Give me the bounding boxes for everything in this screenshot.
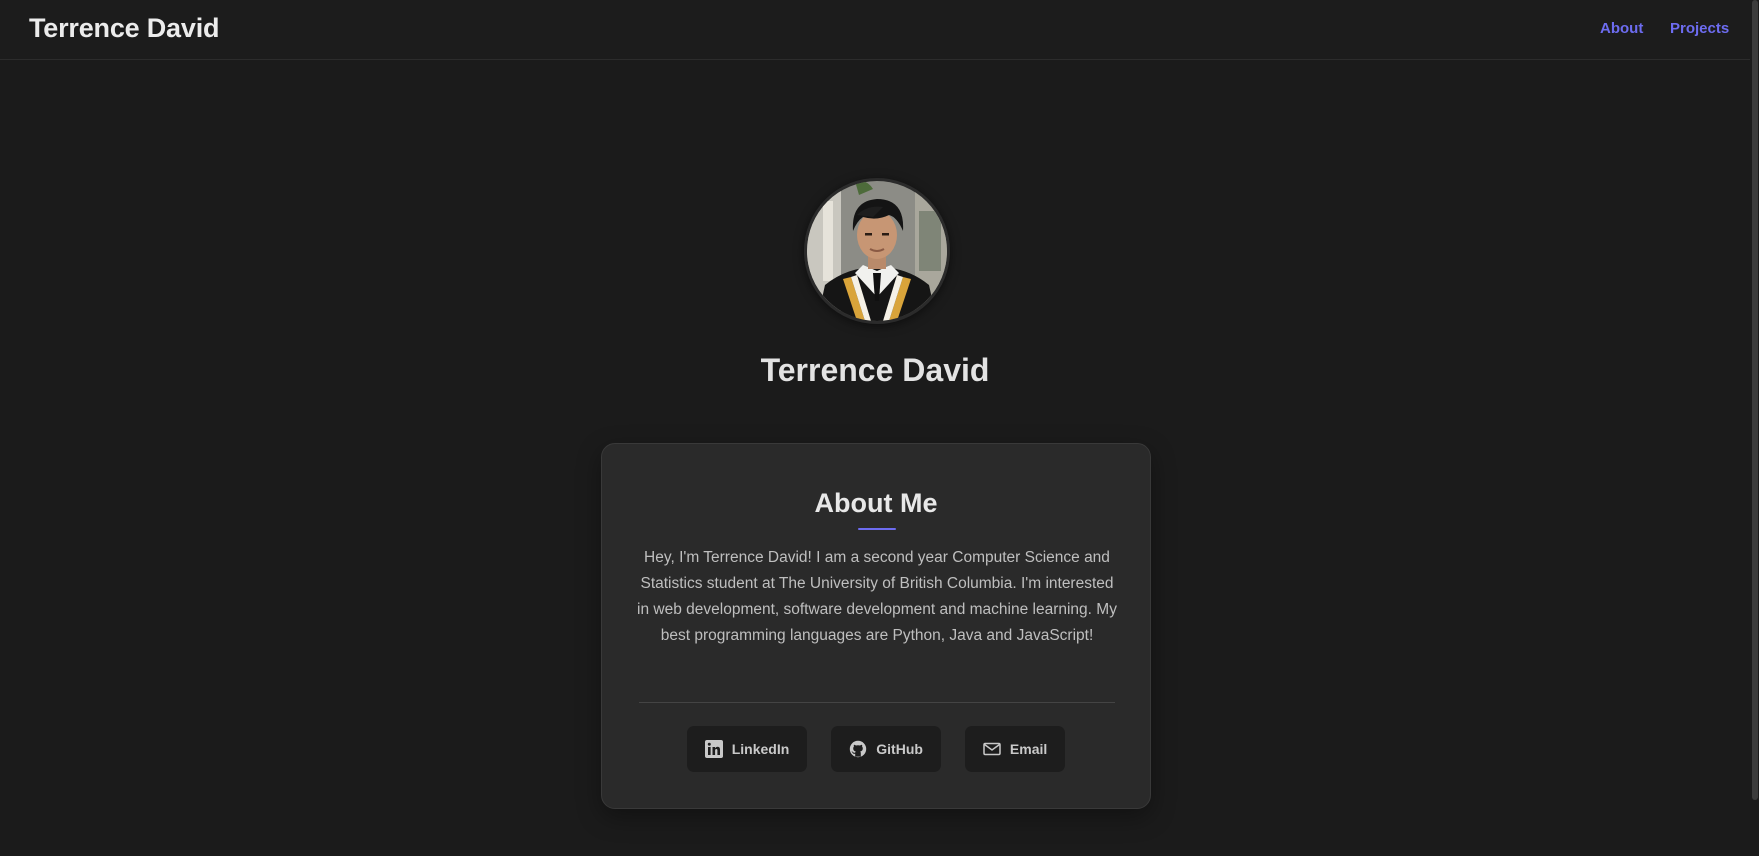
nav-link-about[interactable]: About <box>1600 20 1643 37</box>
nav-link-projects[interactable]: Projects <box>1670 20 1729 37</box>
about-card: About Me Hey, I'm Terrence David! I am a… <box>601 443 1151 809</box>
top-navbar: Terrence David About Projects <box>0 0 1750 60</box>
scrollbar-thumb[interactable] <box>1752 0 1758 800</box>
page: Terrence David About Projects Terrence D… <box>0 0 1759 856</box>
github-icon <box>849 740 867 758</box>
about-title: About Me <box>814 488 938 518</box>
title-underline-accent <box>858 528 896 530</box>
linkedin-button[interactable]: LinkedIn <box>686 726 808 772</box>
linkedin-icon <box>704 740 723 758</box>
profile-avatar <box>804 178 950 324</box>
brand-logo-text[interactable]: Terrence David <box>29 13 219 44</box>
email-button[interactable]: Email <box>964 726 1066 772</box>
linkedin-label: LinkedIn <box>731 741 790 757</box>
social-links: LinkedIn GitHub Email <box>602 726 1150 772</box>
about-text: Hey, I'm Terrence David! I am a second y… <box>637 549 1117 644</box>
card-divider <box>639 702 1115 703</box>
github-button[interactable]: GitHub <box>831 726 941 772</box>
mail-icon <box>983 740 1001 758</box>
profile-photo <box>807 181 947 321</box>
github-label: GitHub <box>876 741 923 757</box>
profile-name: Terrence David <box>760 352 990 388</box>
email-label: Email <box>1009 741 1048 757</box>
